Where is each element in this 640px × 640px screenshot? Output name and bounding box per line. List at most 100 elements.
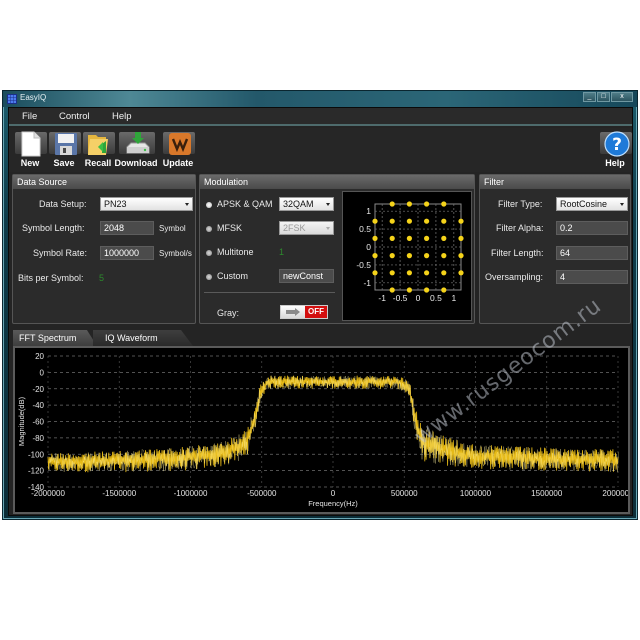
fft-y-tick-label: -100 (28, 450, 45, 459)
chevron-down-icon (185, 203, 189, 206)
apsk-qam-label: APSK & QAM (217, 199, 273, 209)
constellation-point (441, 287, 447, 293)
tab-iq-waveform[interactable]: IQ Waveform (93, 330, 193, 346)
arrow-right-icon (286, 308, 300, 316)
constellation-point (406, 253, 412, 259)
app-window: EasyIQ _ □ x File Control Help New Save … (2, 90, 638, 520)
constellation-x-tick-label: -0.5 (393, 293, 408, 303)
tab-fft-spectrum[interactable]: FFT Spectrum (13, 330, 97, 346)
menu-file[interactable]: File (22, 111, 37, 122)
constellation-y-tick-label: 0 (366, 242, 371, 252)
maximize-button[interactable]: □ (597, 92, 610, 102)
radio-custom[interactable] (206, 274, 212, 280)
qam-order-select[interactable]: 32QAM (279, 197, 334, 211)
constellation-plot: -1 -0.5 0 0.5 1 1 0.5 0 -0.5 -1 (342, 191, 472, 321)
fft-x-tick-label: 500000 (391, 489, 418, 498)
fft-x-tick-label: -2000000 (31, 489, 65, 498)
constellation-point (406, 287, 412, 293)
fft-y-tick-label: -20 (32, 385, 44, 394)
data-setup-select[interactable]: PN23 (100, 197, 193, 211)
constellation-point (441, 235, 447, 241)
constellation-point (389, 201, 395, 207)
constellation-y-tick-label: 0.5 (359, 224, 371, 234)
filter-type-label: Filter Type: (498, 199, 543, 209)
filter-alpha-field[interactable]: 0.2 (556, 221, 628, 235)
fft-x-tick-label: 2000000 (602, 489, 628, 498)
divider (204, 292, 335, 293)
filter-length-field[interactable]: 64 (556, 246, 628, 260)
fft-y-tick-label: 20 (35, 352, 44, 361)
filter-alpha-label: Filter Alpha: (496, 223, 544, 233)
custom-label: Custom (217, 271, 249, 281)
mfsk-label: MFSK (217, 223, 243, 233)
symbol-rate-field[interactable]: 1000000 (100, 246, 154, 260)
menu-control[interactable]: Control (59, 111, 90, 122)
fft-x-tick-label: -1500000 (102, 489, 136, 498)
symbol-rate-label: Symbol Rate: (33, 248, 88, 258)
fft-x-axis-title: Frequency(Hz) (308, 499, 358, 508)
bits-per-symbol-value: 5 (99, 273, 105, 283)
help-button[interactable]: ? Help (597, 130, 633, 170)
filter-panel: Filter Filter Type: RootCosine Filter Al… (479, 174, 631, 324)
radio-multitone[interactable] (206, 250, 212, 256)
fft-y-tick-label: -60 (32, 418, 44, 427)
bits-per-symbol-label: Bits per Symbol: (18, 273, 84, 283)
symbol-length-label: Symbol Length: (22, 223, 85, 233)
data-source-panel: Data Source Data Setup: PN23 Symbol Leng… (12, 174, 196, 324)
constellation-point (424, 253, 430, 259)
constellation-point (389, 235, 395, 241)
svg-text:?: ? (612, 135, 622, 155)
constellation-y-tick-label: 1 (366, 206, 371, 216)
constellation-point (458, 270, 464, 276)
fft-x-tick-label: 1500000 (531, 489, 563, 498)
constellation-y-tick-label: -0.5 (356, 260, 371, 270)
floppy-disk-icon (55, 133, 77, 155)
custom-constellation-field[interactable]: newConst (279, 269, 334, 283)
title-bar[interactable]: EasyIQ _ □ x (3, 91, 637, 107)
constellation-point (389, 287, 395, 293)
download-button[interactable]: Download (115, 130, 158, 170)
constellation-point (424, 218, 430, 224)
symbol-length-field[interactable]: 2048 (100, 221, 154, 235)
fft-x-tick-label: -500000 (247, 489, 277, 498)
constellation-point (441, 253, 447, 259)
radio-mfsk[interactable] (206, 226, 212, 232)
toggle-state: OFF (305, 306, 327, 318)
filter-type-select[interactable]: RootCosine (556, 197, 628, 211)
constellation-point (424, 201, 430, 207)
fft-y-tick-label: 0 (40, 368, 45, 377)
folder-recall-icon (88, 135, 108, 155)
client-area: File Control Help New Save Recall Downlo… (8, 107, 634, 516)
radio-apsk-qam[interactable] (206, 202, 212, 208)
constellation-point (406, 201, 412, 207)
fft-spectrum-chart-frame: 20 0 -20 -40 -60 -80 -100 -120 -140 -2000000 -1500… (13, 346, 634, 514)
update-button[interactable]: Update (160, 130, 196, 170)
mfsk-order-select[interactable]: 2FSK (279, 221, 334, 235)
constellation-x-tick-label: 1 (451, 293, 456, 303)
help-question-icon: ? (604, 131, 630, 157)
gray-coding-toggle[interactable]: OFF (280, 305, 328, 319)
filter-title: Filter (480, 175, 630, 189)
chevron-down-icon (620, 203, 624, 206)
constellation-point (406, 218, 412, 224)
close-button[interactable]: x (611, 92, 633, 102)
constellation-point (389, 253, 395, 259)
fft-y-axis-title: Magnitude(dB) (17, 396, 26, 446)
constellation-point (441, 201, 447, 207)
constellation-point (372, 235, 378, 241)
constellation-point (441, 218, 447, 224)
menu-help[interactable]: Help (112, 111, 132, 122)
constellation-chart: -1 -0.5 0 0.5 1 1 0.5 0 -0.5 -1 (356, 201, 464, 303)
oversampling-field[interactable]: 4 (556, 270, 628, 284)
symbol-length-unit: Symbol (159, 224, 186, 233)
data-source-title: Data Source (13, 175, 195, 189)
constellation-x-tick-label: 0.5 (430, 293, 442, 303)
constellation-point (424, 270, 430, 276)
oversampling-label: Oversampling: (485, 272, 544, 282)
constellation-x-tick-label: -1 (378, 293, 386, 303)
minimize-button[interactable]: _ (583, 92, 596, 102)
update-icon (169, 133, 191, 155)
modulation-title: Modulation (200, 175, 474, 189)
constellation-x-tick-label: 0 (416, 293, 421, 303)
modulation-panel: Modulation APSK & QAM 32QAM MFSK 2FSK Mu… (199, 174, 475, 324)
